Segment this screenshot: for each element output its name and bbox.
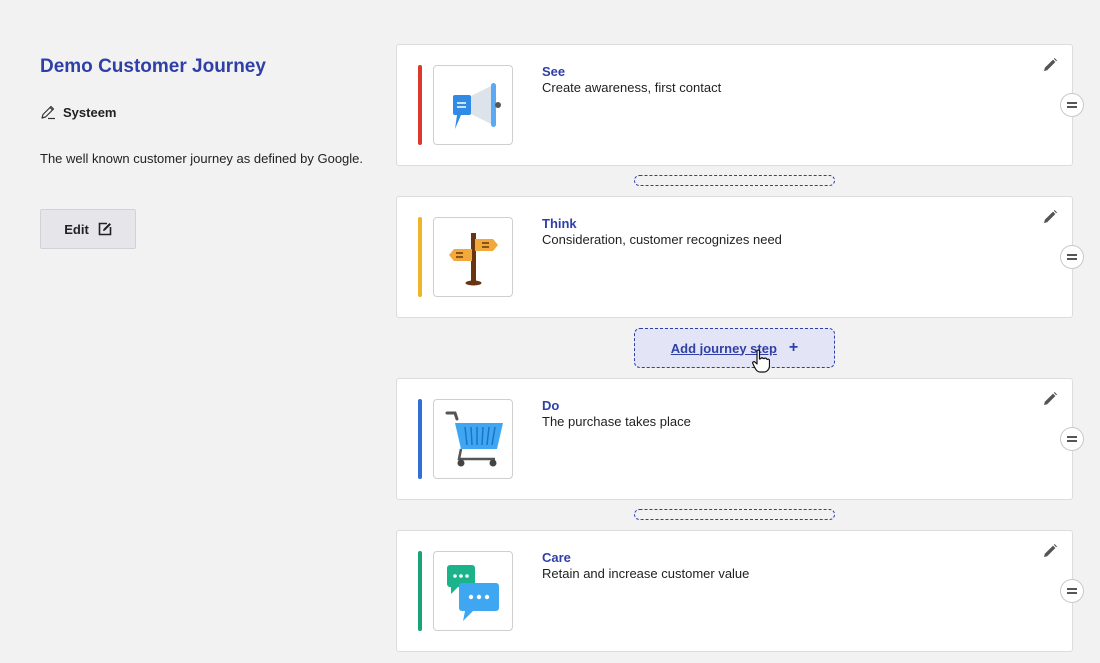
pencil-icon[interactable]: [1042, 543, 1058, 559]
drag-handle[interactable]: [1060, 93, 1084, 117]
journey-step-card[interactable]: Think Consideration, customer recognizes…: [396, 196, 1084, 318]
step-image: [433, 217, 513, 297]
owner: Systeem: [40, 104, 380, 120]
step-description: Create awareness, first contact: [542, 80, 722, 95]
hand-pointer-icon: [752, 349, 770, 373]
owner-name: Systeem: [63, 104, 117, 120]
step-description: The purchase takes place: [542, 414, 691, 429]
edit-icon: [98, 222, 112, 236]
add-journey-step-button[interactable]: Add journey step +: [634, 328, 835, 368]
journey-step-card[interactable]: See Create awareness, first contact: [396, 44, 1084, 166]
step-color-bar: [418, 551, 422, 631]
pencil-icon: [41, 105, 55, 120]
signpost-icon: [449, 233, 498, 286]
pencil-icon[interactable]: [1042, 391, 1058, 407]
edit-button-label: Edit: [64, 221, 89, 237]
step-color-bar: [418, 399, 422, 479]
journey-step-card[interactable]: Do The purchase takes place: [396, 378, 1084, 500]
shopping-cart-icon: [445, 411, 503, 467]
step-name: Think: [542, 216, 577, 231]
pencil-icon[interactable]: [1042, 57, 1058, 73]
chat-bubbles-icon: [447, 565, 499, 621]
step-image: [433, 65, 513, 145]
drag-handle[interactable]: [1060, 245, 1084, 269]
step-image: [433, 551, 513, 631]
plus-icon: +: [788, 339, 799, 356]
drag-handle-icon: [1067, 254, 1077, 260]
edit-button[interactable]: Edit: [40, 209, 136, 249]
step-description: Consideration, customer recognizes need: [542, 232, 782, 247]
page-title: Demo Customer Journey: [40, 56, 266, 77]
step-name: Do: [542, 398, 560, 413]
drag-handle-icon: [1067, 102, 1077, 108]
drag-handle-icon: [1067, 588, 1077, 594]
drag-handle[interactable]: [1060, 579, 1084, 603]
drag-handle-icon: [1067, 436, 1077, 442]
pencil-icon[interactable]: [1042, 209, 1058, 225]
step-color-bar: [418, 217, 422, 297]
insert-step-slot[interactable]: [634, 509, 835, 520]
step-image: [433, 399, 513, 479]
journey-description: The well known customer journey as defin…: [40, 151, 364, 166]
step-name: Care: [542, 550, 571, 565]
step-color-bar: [418, 65, 422, 145]
drag-handle[interactable]: [1060, 427, 1084, 451]
insert-step-slot[interactable]: [634, 175, 835, 186]
step-description: Retain and increase customer value: [542, 566, 750, 581]
megaphone-icon: [453, 83, 501, 129]
journey-step-card[interactable]: Care Retain and increase customer value: [396, 530, 1084, 652]
journey-info: Demo Customer Journey Systeem The well k…: [40, 54, 380, 249]
step-name: See: [542, 64, 566, 79]
